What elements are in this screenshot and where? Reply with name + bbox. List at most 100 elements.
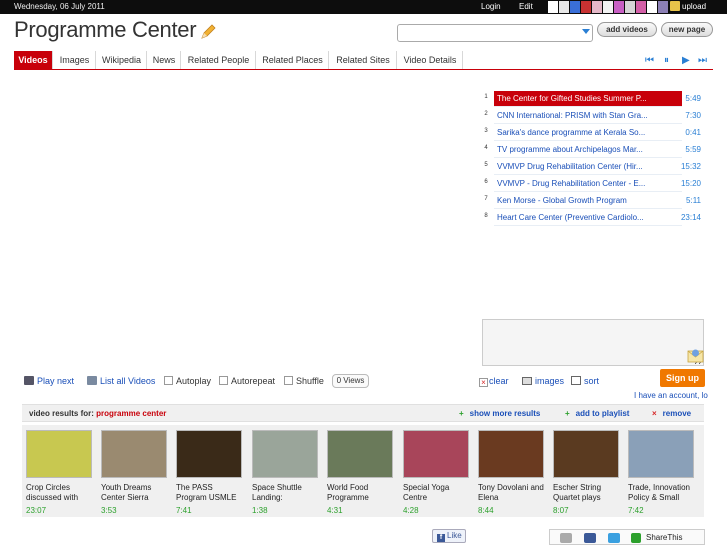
login-account-link[interactable]: I have an account, lo bbox=[634, 391, 708, 400]
pause-icon[interactable]: ⏸ bbox=[664, 55, 669, 66]
tab-news[interactable]: News bbox=[148, 51, 181, 69]
autorepeat-checkbox[interactable]: Autorepeat bbox=[219, 376, 275, 386]
next-video-icon[interactable]: ▶ bbox=[682, 55, 690, 66]
login-link[interactable]: Login bbox=[481, 2, 501, 11]
checkbox-icon bbox=[219, 376, 228, 385]
search-dropdown-icon[interactable] bbox=[582, 29, 590, 34]
upload-icon bbox=[670, 1, 680, 11]
add-to-playlist-button[interactable]: + add to playlist bbox=[565, 409, 629, 418]
color-swatch[interactable] bbox=[614, 1, 624, 13]
autoplay-checkbox[interactable]: Autoplay bbox=[164, 376, 211, 386]
color-swatch[interactable] bbox=[548, 1, 558, 13]
video-thumbnail[interactable]: Tony Dovolani and Elena 8:44 bbox=[476, 430, 546, 515]
new-page-button[interactable]: new page bbox=[661, 22, 713, 37]
playlist-item[interactable]: 2 CNN International: PRISM with Stan Gra.… bbox=[481, 108, 703, 124]
date-label: Wednesday, 06 July 2011 bbox=[14, 2, 105, 11]
video-thumbnail[interactable]: The PASS Program USMLE 7:41 bbox=[174, 430, 244, 515]
view-count: 0 Views bbox=[332, 374, 369, 388]
thumbnail-image bbox=[101, 430, 167, 478]
signup-button[interactable]: Sign up bbox=[660, 369, 705, 387]
upload-link[interactable]: upload bbox=[670, 1, 706, 11]
page-title: Programme Center bbox=[14, 17, 197, 42]
thumbnail-image bbox=[252, 430, 318, 478]
edit-title-icon[interactable] bbox=[200, 24, 216, 40]
tab-video-details[interactable]: Video Details bbox=[398, 51, 463, 69]
playlist-item[interactable]: 3 Sarika's dance programme at Kerala So..… bbox=[481, 125, 703, 141]
color-swatch[interactable] bbox=[625, 1, 635, 13]
sort-icon bbox=[571, 376, 581, 385]
playlist-item[interactable]: 6 VVMVP - Drug Rehabilitation Center - E.… bbox=[481, 176, 703, 192]
plus-icon: + bbox=[565, 409, 570, 418]
video-thumbnail[interactable]: Crop Circles discussed with 23:07 bbox=[24, 430, 94, 515]
color-swatch[interactable] bbox=[603, 1, 613, 13]
tab-related-sites[interactable]: Related Sites bbox=[330, 51, 397, 69]
remove-icon: × bbox=[652, 409, 657, 418]
color-swatch[interactable] bbox=[559, 1, 569, 13]
results-bar: video results for: programme center + sho… bbox=[22, 404, 704, 422]
video-thumbnail[interactable]: Escher String Quartet plays 8:07 bbox=[551, 430, 621, 515]
facebook-share-icon[interactable] bbox=[584, 533, 596, 543]
tab-related-places[interactable]: Related Places bbox=[257, 51, 329, 69]
thumbnail-image bbox=[553, 430, 619, 478]
comment-textarea[interactable] bbox=[482, 319, 704, 366]
results-query: programme center bbox=[96, 409, 167, 418]
video-thumbnail[interactable]: Special Yoga Centre 4:28 bbox=[401, 430, 471, 515]
color-swatch[interactable] bbox=[647, 1, 657, 13]
top-bar: Wednesday, 06 July 2011 Login Edit uploa… bbox=[0, 0, 727, 14]
checkbox-icon bbox=[284, 376, 293, 385]
tab-videos[interactable]: Videos bbox=[14, 51, 53, 69]
playlist-item[interactable]: 1 The Center for Gifted Studies Summer P.… bbox=[481, 91, 703, 107]
first-video-icon[interactable]: ⏮ bbox=[645, 55, 654, 66]
video-results: Crop Circles discussed with 23:07 Youth D… bbox=[22, 425, 704, 517]
show-more-results-button[interactable]: + show more results bbox=[459, 409, 540, 418]
plus-icon: + bbox=[459, 409, 464, 418]
images-icon bbox=[522, 377, 532, 385]
sharethis-label[interactable]: ShareThis bbox=[646, 533, 682, 542]
upload-label: upload bbox=[682, 2, 707, 11]
facebook-like-button[interactable]: f Like bbox=[432, 529, 466, 543]
edit-link[interactable]: Edit bbox=[519, 2, 533, 11]
playlist-item[interactable]: 7 Ken Morse - Global Growth Program 5:11 bbox=[481, 193, 703, 209]
tab-images[interactable]: Images bbox=[54, 51, 96, 69]
thumbnail-image bbox=[478, 430, 544, 478]
checkbox-icon bbox=[164, 376, 173, 385]
results-label: video results for: programme center bbox=[29, 409, 167, 418]
video-thumbnail[interactable]: Space Shuttle Landing: 1:38 bbox=[250, 430, 320, 515]
facebook-icon: f bbox=[437, 534, 445, 542]
share-bar: ShareThis bbox=[549, 529, 705, 545]
sharethis-icon[interactable] bbox=[631, 533, 641, 543]
playlist-item[interactable]: 8 Heart Care Center (Preventive Cardiolo.… bbox=[481, 210, 703, 226]
playlist-item[interactable]: 4 TV programme about Archipelagos Mar... 5… bbox=[481, 142, 703, 158]
color-swatch[interactable] bbox=[636, 1, 646, 13]
thumbnail-image bbox=[403, 430, 469, 478]
thumbnail-image bbox=[628, 430, 694, 478]
color-swatch[interactable] bbox=[658, 1, 668, 13]
search-input[interactable] bbox=[397, 24, 593, 42]
remove-button[interactable]: × remove bbox=[652, 409, 691, 418]
last-video-icon[interactable]: ⏭ bbox=[698, 55, 707, 66]
video-thumbnail[interactable]: World Food Programme 4:31 bbox=[325, 430, 395, 515]
playlist-item[interactable]: 5 VVMVP Drug Rehabilitation Center (Hir..… bbox=[481, 159, 703, 175]
list-all-videos-button[interactable]: List all Videos bbox=[87, 376, 155, 386]
color-swatch[interactable] bbox=[592, 1, 602, 13]
shuffle-checkbox[interactable]: Shuffle bbox=[284, 376, 324, 386]
video-thumbnail[interactable]: Youth Dreams Center Sierra 3:53 bbox=[99, 430, 169, 515]
email-share-icon[interactable] bbox=[560, 533, 572, 543]
video-thumbnail[interactable]: Trade, Innovation Policy & Small 7:42 bbox=[626, 430, 696, 515]
thumbnail-image bbox=[26, 430, 92, 478]
clear-button[interactable]: × clear bbox=[479, 376, 509, 387]
color-swatch[interactable] bbox=[581, 1, 591, 13]
play-next-button[interactable]: Play next bbox=[24, 376, 74, 386]
clear-icon: × bbox=[479, 378, 488, 387]
add-videos-button[interactable]: add videos bbox=[597, 22, 657, 37]
thumbnail-image bbox=[176, 430, 242, 478]
thumbnail-image bbox=[327, 430, 393, 478]
envelope-icon[interactable] bbox=[687, 348, 704, 363]
twitter-share-icon[interactable] bbox=[608, 533, 620, 543]
images-button[interactable]: images bbox=[522, 376, 564, 386]
color-swatch[interactable] bbox=[570, 1, 580, 13]
tab-wikipedia[interactable]: Wikipedia bbox=[97, 51, 147, 69]
tab-underline bbox=[14, 69, 713, 70]
tab-related-people[interactable]: Related People bbox=[182, 51, 256, 69]
sort-button[interactable]: sort bbox=[571, 376, 599, 386]
